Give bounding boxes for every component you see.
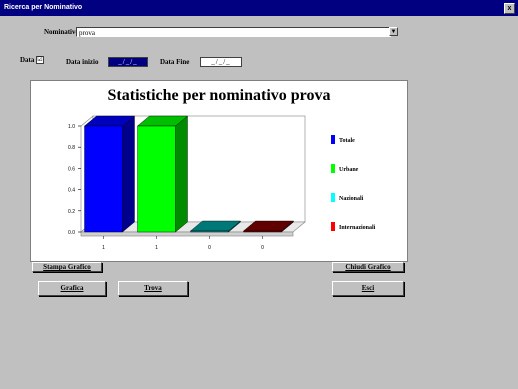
bar <box>190 230 229 233</box>
chiudi-grafico-button[interactable]: Chiudi Grafico <box>332 262 404 272</box>
esci-label: Esci <box>361 284 375 292</box>
legend-swatch <box>331 135 335 144</box>
data-label: Data <box>20 56 35 64</box>
bar-side <box>175 115 188 233</box>
legend-swatch <box>331 164 335 173</box>
stampa-grafico-label: Stampa Grafico <box>43 263 91 271</box>
esci-button[interactable]: Esci <box>332 281 404 296</box>
chart-panel: Statistiche per nominativo prova 0.0 0.2 0… <box>30 80 408 262</box>
grafica-label: Grafica <box>60 284 84 292</box>
bar <box>84 125 123 233</box>
y-tick-label: 0.4 <box>68 188 75 194</box>
y-tick-label: 0.2 <box>68 209 75 215</box>
y-tick-label: 0.6 <box>68 166 75 172</box>
data-label: 1 <box>155 245 158 251</box>
data-inizio-field[interactable]: _/_/_ <box>108 57 148 67</box>
data-checkbox[interactable]: ☑ <box>36 56 44 64</box>
bar <box>137 125 176 233</box>
y-tick-label: 1.0 <box>68 124 75 130</box>
trova-label: Trova <box>144 284 162 292</box>
data-label: 1 <box>102 245 105 251</box>
grafica-button[interactable]: Grafica <box>38 281 106 296</box>
bar <box>243 230 282 233</box>
y-tick-label: 0.8 <box>68 145 75 151</box>
data-label: 0 <box>208 245 211 251</box>
legend-swatch <box>331 193 335 202</box>
chart-floor-edge <box>80 231 294 237</box>
chevron-down-icon[interactable]: ▼ <box>389 27 398 36</box>
y-tick-label: 0.0 <box>68 230 75 236</box>
window-title: Ricerca per Nominativo <box>4 4 83 11</box>
legend-label: Totale <box>339 138 355 144</box>
trova-button[interactable]: Trova <box>118 281 188 296</box>
legend-label: Nazionali <box>339 196 364 202</box>
data-label: 0 <box>261 245 264 251</box>
nominativo-field[interactable]: prova <box>76 27 391 37</box>
chiudi-grafico-label: Chiudi Grafico <box>345 263 391 271</box>
legend-label: Internazionali <box>339 225 376 231</box>
nominativo-label: Nominativo <box>44 28 79 36</box>
legend-swatch <box>331 222 335 231</box>
data-inizio-label: Data inizio <box>66 58 99 66</box>
data-fine-field[interactable]: _/_/_ <box>200 57 242 67</box>
bar-chart: 0.0 0.2 0.4 0.6 0.8 1.0 1 1 0 0 Totale Urbane Nazion… <box>68 115 376 251</box>
legend-label: Urbane <box>339 167 359 173</box>
data-fine-label: Data Fine <box>160 58 190 66</box>
title-bar: Ricerca per Nominativo x <box>0 0 518 16</box>
bar-side <box>122 115 135 233</box>
close-button[interactable]: x <box>504 3 515 14</box>
stampa-grafico-button[interactable]: Stampa Grafico <box>32 262 102 272</box>
